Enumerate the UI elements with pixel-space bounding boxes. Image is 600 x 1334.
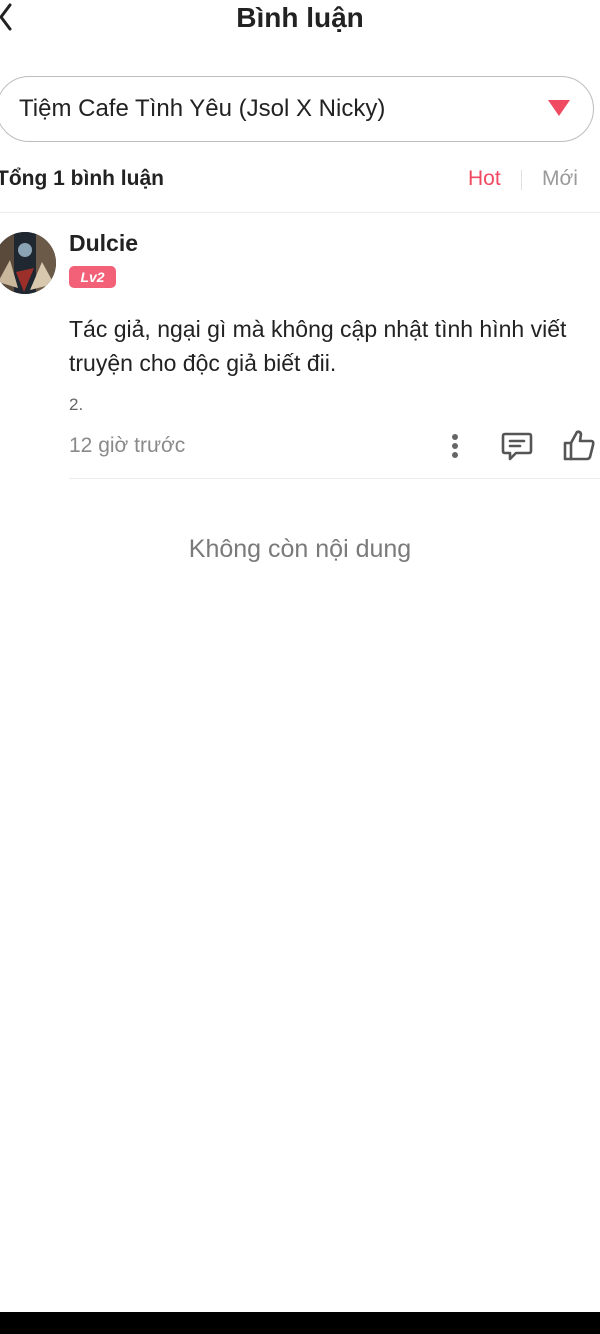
chapter-selector-label: Tiệm Cafe Tình Yêu (Jsol X Nicky): [19, 95, 386, 122]
comment-summary-bar: Tổng 1 bình luận Hot Mới: [0, 156, 600, 213]
comment-text: Tác giả, ngại gì mà không cập nhật tình …: [69, 316, 567, 376]
header: Bình luận: [0, 0, 600, 40]
triangle-down-icon: [548, 100, 570, 116]
comment-divider: [69, 478, 600, 479]
comment-username[interactable]: Dulcie: [69, 228, 138, 258]
page-title: Bình luận: [236, 2, 364, 33]
sort-divider: [521, 170, 522, 190]
chapter-selector[interactable]: Tiệm Cafe Tình Yêu (Jsol X Nicky): [0, 76, 594, 142]
sort-hot-tab[interactable]: Hot: [468, 156, 501, 202]
sort-new-tab[interactable]: Mới: [542, 156, 578, 202]
level-badge: Lv2: [69, 266, 116, 288]
like-icon[interactable]: [562, 428, 596, 462]
comment-extra: 2.: [69, 395, 84, 414]
comment-count: Tổng 1 bình luận: [0, 167, 164, 190]
reply-icon[interactable]: [500, 430, 534, 462]
navigation-bar: [0, 1312, 600, 1334]
more-vertical-icon[interactable]: [444, 430, 466, 462]
comment-item: Dulcie Lv2 Tác giả, ngại gì mà không cập…: [0, 228, 600, 480]
empty-message: Không còn nội dung: [188, 535, 412, 563]
comment-time: 12 giờ trước: [69, 434, 186, 457]
avatar[interactable]: [0, 232, 56, 294]
